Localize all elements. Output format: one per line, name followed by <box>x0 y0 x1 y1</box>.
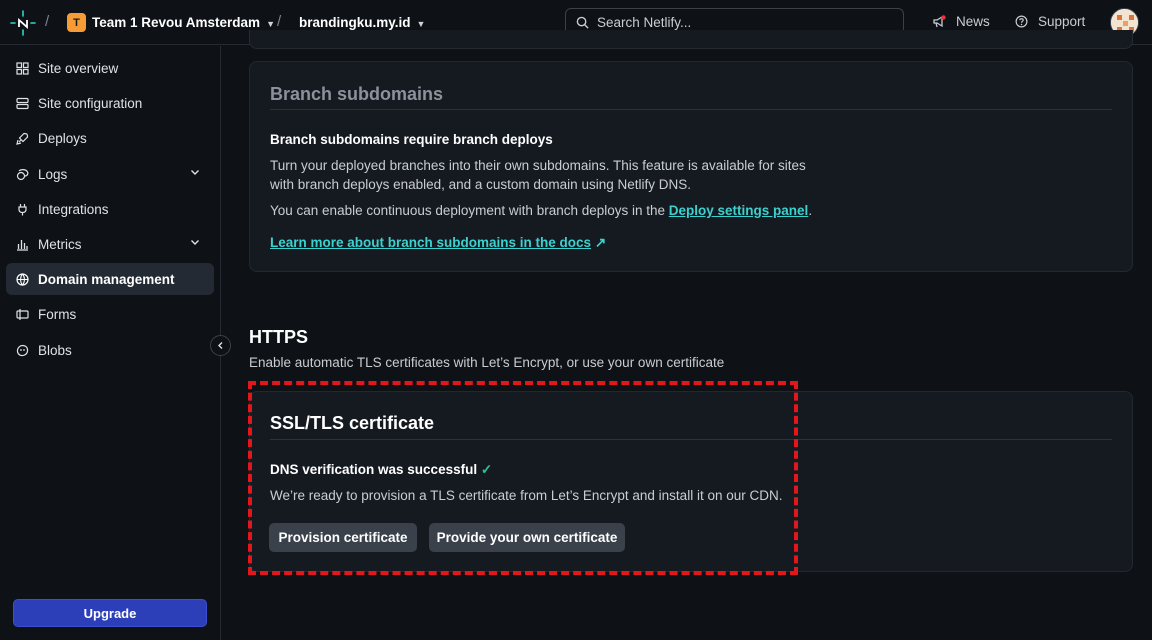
help-circle-icon <box>1015 15 1028 28</box>
sidebar-item-metrics[interactable]: Metrics <box>6 228 214 260</box>
sidebar-item-label: Site configuration <box>38 95 143 111</box>
breadcrumb-separator: / <box>277 13 282 30</box>
sidebar-item-site-overview[interactable]: Site overview <box>6 52 214 84</box>
https-section-title: HTTPS <box>249 327 309 347</box>
search-placeholder: Search Netlify... <box>597 15 692 30</box>
megaphone-icon <box>933 14 946 27</box>
docs-link-row[interactable]: Learn more about branch subdomains in th… <box>270 233 606 252</box>
sidebar-item-domain-management[interactable]: Domain management <box>6 263 214 295</box>
dns-verification-status: DNS verification was successful ✓ <box>270 462 492 478</box>
blob-icon <box>16 344 29 357</box>
breadcrumb-separator: / <box>45 13 50 30</box>
provide-own-certificate-button[interactable]: Provide your own certificate <box>429 523 625 552</box>
chevron-left-icon <box>218 342 223 349</box>
support-label: Support <box>1038 14 1086 29</box>
plug-icon <box>16 203 29 216</box>
chevron-down-icon <box>191 240 199 245</box>
external-link-icon: ↗ <box>594 235 607 250</box>
dns-status-text: DNS verification was successful <box>270 462 478 477</box>
branch-subdomains-description-line2: with branch deploys enabled, and a custo… <box>270 177 691 192</box>
sidebar-item-label: Blobs <box>38 342 72 358</box>
bar-chart-icon <box>16 238 29 251</box>
branch-subdomains-description-line1: Turn your deployed branches into their o… <box>270 158 806 173</box>
rocket-icon <box>16 132 29 145</box>
collapse-sidebar-button[interactable] <box>210 335 231 356</box>
sidebar-item-label: Metrics <box>38 236 82 252</box>
form-icon <box>16 308 29 321</box>
sidebar-item-blobs[interactable]: Blobs <box>6 334 214 366</box>
site-switcher[interactable]: brandingku.my.id ▼ <box>299 15 425 30</box>
provision-certificate-button[interactable]: Provision certificate <box>269 523 417 552</box>
team-switcher[interactable]: Team 1 Revou Amsterdam ▼ <box>92 15 275 30</box>
netlify-logo-icon[interactable] <box>10 10 36 36</box>
deploy-settings-suffix: . <box>808 203 813 218</box>
sidebar-item-label: Forms <box>38 306 77 322</box>
deploy-settings-link[interactable]: Deploy settings panel <box>669 203 809 218</box>
chevron-down-icon <box>191 170 199 175</box>
sidebar: Site overview Site configuration Deploys… <box>0 46 221 640</box>
news-button[interactable]: News <box>932 14 990 29</box>
support-button[interactable]: Support <box>1015 14 1085 29</box>
deploy-settings-prefix: You can enable continuous deployment wit… <box>270 203 669 218</box>
https-section-subtitle: Enable automatic TLS certificates with L… <box>249 355 725 370</box>
grid-icon <box>16 61 29 75</box>
upgrade-button[interactable]: Upgrade <box>13 599 207 627</box>
chevron-down-icon: ▼ <box>266 19 275 29</box>
ssl-card-title: SSL/TLS certificate <box>270 413 435 433</box>
search-icon <box>576 16 589 29</box>
divider <box>270 439 1112 440</box>
sidebar-item-site-configuration[interactable]: Site configuration <box>6 87 214 119</box>
site-name: brandingku.my.id <box>299 15 411 30</box>
sidebar-item-label: Logs <box>38 166 68 182</box>
chevron-down-icon: ▼ <box>416 19 426 29</box>
previous-card-edge <box>249 30 1133 49</box>
news-label: News <box>956 14 990 29</box>
sidebar-item-label: Deploys <box>38 130 87 146</box>
ssl-description: We’re ready to provision a TLS certifica… <box>270 488 783 503</box>
check-icon: ✓ <box>480 462 493 477</box>
sidebar-item-label: Site overview <box>38 60 119 76</box>
sidebar-item-label: Integrations <box>38 201 109 217</box>
sidebar-item-label: Domain management <box>38 271 175 287</box>
sidebar-item-deploys[interactable]: Deploys <box>6 122 214 154</box>
sidebar-item-integrations[interactable]: Integrations <box>6 193 214 225</box>
branch-subdomains-title: Branch subdomains <box>270 84 444 104</box>
divider <box>270 109 1112 110</box>
sidebar-item-logs[interactable]: Logs <box>6 158 214 190</box>
deploy-settings-text: You can enable continuous deployment wit… <box>270 201 812 220</box>
branch-subdomains-card: Branch subdomains Branch subdomains requ… <box>249 61 1133 272</box>
logs-icon <box>16 168 29 181</box>
branch-docs-link[interactable]: Learn more about branch subdomains in th… <box>270 235 591 250</box>
settings-list-icon <box>16 97 29 110</box>
sidebar-item-forms[interactable]: Forms <box>6 298 214 330</box>
globe-icon <box>16 272 29 286</box>
team-name: Team 1 Revou Amsterdam <box>92 15 261 30</box>
branch-subdomains-subtitle: Branch subdomains require branch deploys <box>270 132 553 147</box>
team-avatar: T <box>67 13 86 32</box>
